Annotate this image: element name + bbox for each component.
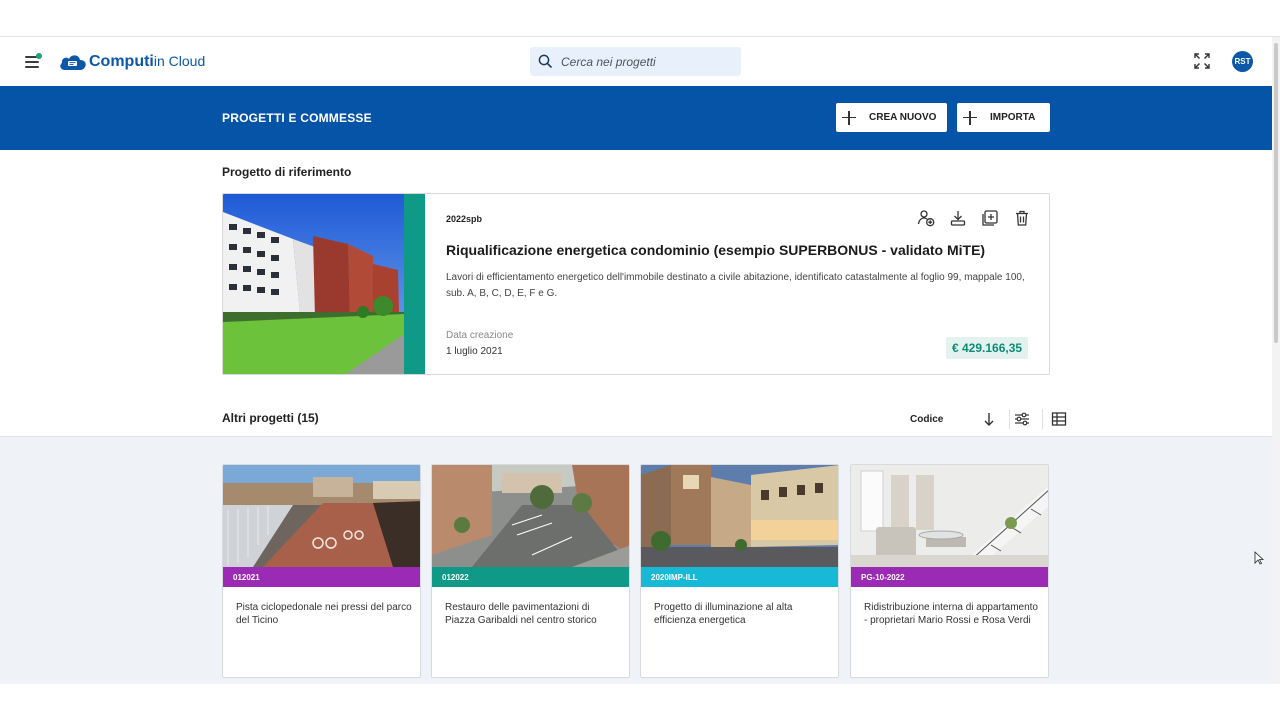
toolbar-divider bbox=[1009, 409, 1011, 429]
hamburger-menu-button[interactable] bbox=[22, 51, 44, 71]
filter-sliders-icon[interactable] bbox=[1014, 411, 1030, 427]
app-logo[interactable]: Computiin Cloud bbox=[58, 51, 205, 73]
fullscreen-icon[interactable] bbox=[1194, 53, 1210, 69]
featured-project-card[interactable]: 2022spb Riqualificazione energetica cond… bbox=[222, 193, 1050, 375]
featured-color-stripe bbox=[404, 194, 425, 374]
featured-project-description: Lavori di efficientamento energetico del… bbox=[446, 272, 1025, 299]
sort-direction-arrow-down-icon[interactable] bbox=[981, 411, 997, 427]
featured-project-code: 2022spb bbox=[446, 214, 483, 224]
project-card[interactable]: 012021 Pista ciclopedonale nei pressi de… bbox=[222, 464, 421, 678]
project-code-tag: 2020IMP-ILL bbox=[641, 567, 838, 587]
list-toolbar: Codice bbox=[910, 409, 1067, 429]
duplicate-icon[interactable] bbox=[981, 209, 999, 227]
scrollbar-thumb[interactable] bbox=[1274, 43, 1278, 343]
user-avatar[interactable]: RST bbox=[1232, 51, 1253, 72]
other-projects-label: Altri progetti (15) bbox=[222, 411, 319, 425]
featured-project-title[interactable]: Riqualificazione energetica condominio (… bbox=[446, 242, 985, 258]
toolbar-divider bbox=[1042, 409, 1044, 429]
project-description: Progetto di illuminazione al alta effici… bbox=[654, 602, 793, 626]
project-total-badge: € 429.166,35 bbox=[946, 337, 1029, 359]
project-code-tag: 012021 bbox=[223, 567, 420, 587]
mouse-pointer-icon bbox=[1254, 551, 1264, 565]
projects-grid-area bbox=[0, 436, 1272, 684]
search-input[interactable] bbox=[561, 54, 721, 69]
plus-icon bbox=[842, 110, 856, 125]
top-bar: Computiin Cloud RST bbox=[0, 37, 1272, 85]
app-frame: Computiin Cloud RST PROGETTI E COMMESSE … bbox=[0, 36, 1280, 684]
create-new-button[interactable]: CREA NUOVO bbox=[836, 103, 947, 132]
project-description: Restauro delle pavimentazioni di Piazza … bbox=[445, 602, 597, 626]
logo-text: Computiin Cloud bbox=[89, 53, 206, 70]
featured-actions bbox=[917, 209, 1031, 227]
featured-section-label: Progetto di riferimento bbox=[222, 165, 352, 179]
page-header-band: PROGETTI E COMMESSE CREA NUOVO IMPORTA bbox=[0, 86, 1272, 150]
page-title: PROGETTI E COMMESSE bbox=[222, 111, 372, 125]
bike-path-photo bbox=[223, 465, 420, 567]
project-description: Ridistribuzione interna di appartamento … bbox=[864, 602, 1038, 626]
building-photo bbox=[223, 194, 404, 374]
notification-dot-icon bbox=[36, 53, 42, 59]
trash-icon[interactable] bbox=[1013, 209, 1031, 227]
share-user-icon[interactable] bbox=[917, 209, 935, 227]
project-card[interactable]: PG-10-2022 Ridistribuzione interna di ap… bbox=[850, 464, 1049, 678]
search-box[interactable] bbox=[530, 47, 741, 76]
project-card[interactable]: 2020IMP-ILL Progetto di illuminazione al… bbox=[640, 464, 839, 678]
search-icon bbox=[538, 54, 553, 69]
download-icon[interactable] bbox=[949, 209, 967, 227]
plus-icon bbox=[963, 110, 977, 125]
project-code-tag: PG-10-2022 bbox=[851, 567, 1048, 587]
creation-date: 1 luglio 2021 bbox=[446, 346, 503, 357]
evening-square-photo bbox=[641, 465, 838, 567]
project-description: Pista ciclopedonale nei pressi del parco… bbox=[236, 602, 412, 626]
creation-date-label: Data creazione bbox=[446, 330, 514, 341]
cloud-logo-icon bbox=[60, 55, 86, 70]
sort-field-label[interactable]: Codice bbox=[910, 414, 943, 425]
project-code-tag: 012022 bbox=[432, 567, 629, 587]
project-card[interactable]: 012022 Restauro delle pavimentazioni di … bbox=[431, 464, 630, 678]
import-button[interactable]: IMPORTA bbox=[957, 103, 1050, 132]
piazza-photo bbox=[432, 465, 629, 567]
interior-photo bbox=[851, 465, 1048, 567]
table-view-icon[interactable] bbox=[1051, 411, 1067, 427]
